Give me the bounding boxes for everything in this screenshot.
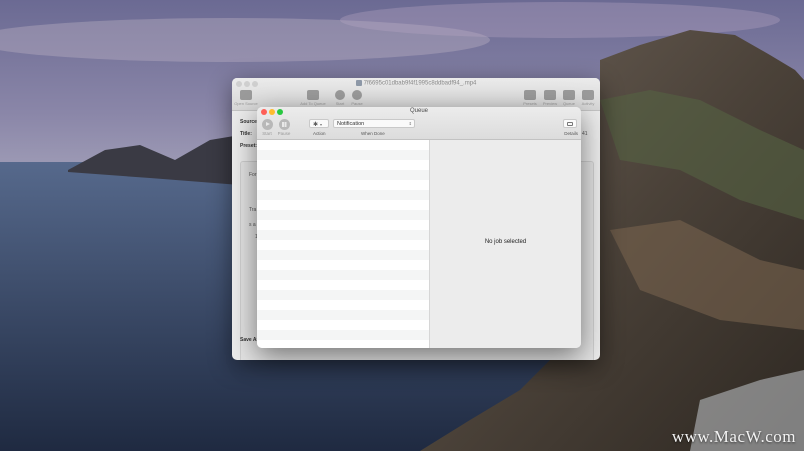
job-detail-pane: No job selected xyxy=(430,140,581,348)
pause-icon xyxy=(278,119,290,130)
queue-window: Queue Start Pause ✱ ▾ Action Notification… xyxy=(257,107,581,348)
job-list-row xyxy=(257,160,429,170)
job-list-row xyxy=(257,190,429,200)
job-list-row xyxy=(257,300,429,310)
job-list-row xyxy=(257,260,429,270)
job-list-row xyxy=(257,340,429,348)
when-done-caption: When Done xyxy=(361,131,385,136)
activity-button[interactable]: Activity xyxy=(578,90,598,106)
updown-arrows-icon: ⇕ xyxy=(408,121,412,126)
action-menu-button[interactable]: ✱ ▾ xyxy=(309,119,329,128)
main-pause-button[interactable]: Pause xyxy=(349,90,365,106)
add-queue-icon xyxy=(307,90,319,100)
details-button[interactable] xyxy=(563,119,577,128)
job-list-row xyxy=(257,250,429,260)
when-done-select[interactable]: Notification ⇕ xyxy=(333,119,415,128)
chevron-down-icon: ▾ xyxy=(320,122,323,127)
job-list[interactable] xyxy=(257,140,430,348)
presets-button[interactable]: Presets xyxy=(520,90,540,106)
settings-row-a: s a xyxy=(249,222,256,228)
job-list-row xyxy=(257,230,429,240)
title-label: Title: xyxy=(240,131,252,137)
presets-icon xyxy=(524,90,536,100)
job-list-row xyxy=(257,200,429,210)
no-job-selected-text: No job selected xyxy=(484,239,527,245)
queue-button[interactable]: Queue xyxy=(560,90,578,106)
job-list-row xyxy=(257,240,429,250)
preview-button[interactable]: Preview xyxy=(540,90,560,106)
preview-icon xyxy=(544,90,556,100)
queue-title: Queue xyxy=(409,108,428,114)
job-list-row xyxy=(257,170,429,180)
open-source-button[interactable]: Open Source xyxy=(234,90,258,106)
gear-icon: ✱ xyxy=(313,122,319,128)
source-label: Source: xyxy=(240,119,259,125)
preset-label: Preset: xyxy=(240,143,257,149)
details-caption: Details xyxy=(564,131,578,136)
title-value-partial: 41 xyxy=(582,131,588,137)
job-list-row xyxy=(257,140,429,150)
main-window-title: 7f6695c01dbab9f4f1995c8ddbadf94_.mp4 xyxy=(232,80,600,87)
job-list-row xyxy=(257,310,429,320)
film-icon xyxy=(240,90,252,100)
format-label-partial: For xyxy=(249,172,257,178)
queue-titlebar: Queue Start Pause ✱ ▾ Action Notification… xyxy=(257,107,581,140)
play-icon xyxy=(335,90,345,100)
add-to-queue-button[interactable]: Add To Queue xyxy=(298,90,328,106)
action-caption: Action xyxy=(313,131,326,136)
job-list-row xyxy=(257,180,429,190)
queue-icon xyxy=(563,90,575,100)
job-list-row xyxy=(257,210,429,220)
job-list-row xyxy=(257,280,429,290)
pause-icon xyxy=(352,90,362,100)
sidebar-icon xyxy=(567,122,573,126)
queue-pause-button[interactable]: Pause xyxy=(275,119,293,136)
queue-start-button[interactable]: Start xyxy=(259,119,275,136)
job-list-row xyxy=(257,330,429,340)
play-icon xyxy=(261,119,273,130)
job-list-row xyxy=(257,150,429,160)
job-list-row xyxy=(257,220,429,230)
activity-icon xyxy=(582,90,594,100)
job-list-row xyxy=(257,320,429,330)
job-list-row xyxy=(257,270,429,280)
tracks-label-partial: Tra xyxy=(249,207,257,213)
watermark-text: www.MacW.com xyxy=(671,427,796,446)
document-icon xyxy=(355,80,362,86)
main-start-button[interactable]: Start xyxy=(332,90,348,106)
job-list-row xyxy=(257,290,429,300)
